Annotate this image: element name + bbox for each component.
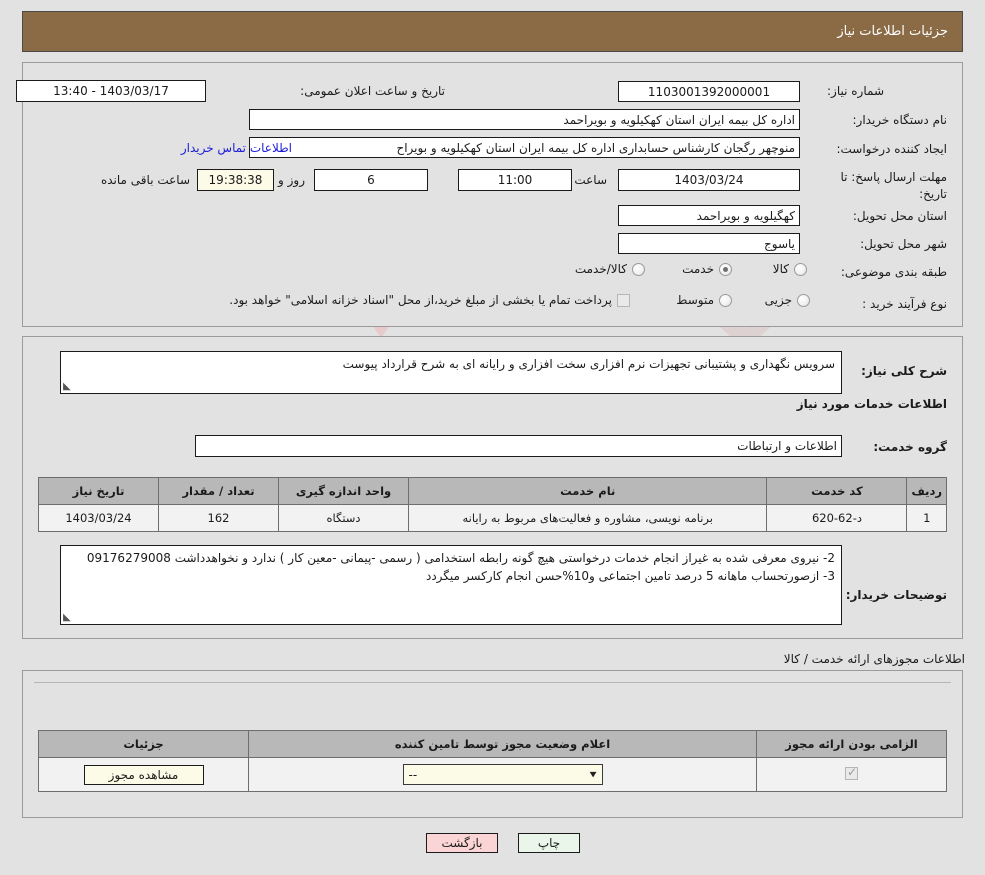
treasury-checkbox-icon[interactable] xyxy=(617,293,630,307)
services-table: ردیف کد خدمت نام خدمت واحد اندازه گیری ت… xyxy=(38,477,947,532)
th-name: نام خدمت xyxy=(407,477,768,505)
checkbox-treasury-bonds[interactable]: پرداخت تمام یا بخشی از مبلغ خرید،از محل … xyxy=(229,293,630,307)
table-row: 1 د-62-620 برنامه نویسی، مشاوره و فعالیت… xyxy=(38,504,947,532)
chevron-down-icon: ▼ xyxy=(589,770,597,779)
td-permit-status: ▼ -- xyxy=(248,757,757,792)
permit-required-checkbox-icon xyxy=(845,765,858,780)
th-unit: واحد اندازه گیری xyxy=(278,477,409,505)
label-days-and: روز و xyxy=(278,173,305,187)
td-date: 1403/03/24 xyxy=(38,504,159,532)
radio-process-medium[interactable]: متوسط xyxy=(676,293,732,307)
label-province: استان محل تحویل: xyxy=(852,209,947,223)
permits-section-title: اطلاعات مجوزهای ارائه خدمت / کالا xyxy=(783,652,965,666)
notes-resize-grip-icon[interactable]: ◢ xyxy=(63,612,73,623)
announce-datetime-field[interactable]: 13:40 - 1403/03/17 xyxy=(16,80,206,102)
buyer-notes-line-1: 2- نیروی معرفی شده به غیراز انجام خدمات … xyxy=(86,551,835,565)
resize-grip-icon[interactable]: ◢ xyxy=(63,381,73,392)
label-requester: ایجاد کننده درخواست: xyxy=(836,142,947,156)
th-permit-required: الزامی بودن ارائه مجوز xyxy=(756,730,947,758)
radio-category-goods[interactable]: کالا xyxy=(773,262,807,276)
radio-category-service-label: خدمت xyxy=(682,262,714,276)
radio-service-icon[interactable] xyxy=(719,262,732,276)
deadline-time-field[interactable]: 11:00 xyxy=(458,169,572,191)
radio-process-minor-label: جزیی xyxy=(764,293,792,307)
requester-field[interactable]: منوچهر رگجان کارشناس حسابداری اداره کل ب… xyxy=(249,137,800,158)
label-remaining: ساعت باقی مانده xyxy=(100,173,190,187)
label-buyer-notes: توضیحات خریدار: xyxy=(845,588,947,602)
td-permit-detail: مشاهده مجوز xyxy=(38,757,249,792)
radio-medium-icon[interactable] xyxy=(719,293,732,307)
th-code: کد خدمت xyxy=(766,477,908,505)
page-title-text: جزئیات اطلاعات نیاز xyxy=(837,24,948,39)
province-field[interactable]: کهگیلویه و بویراحمد xyxy=(618,205,800,226)
service-group-field[interactable]: اطلاعات و ارتباطات xyxy=(195,435,842,457)
description-text: سرویس نگهداری و پشتیبانی تجهیزات نرم افز… xyxy=(342,357,835,371)
th-date: تاریخ نیاز xyxy=(38,477,159,505)
label-city: شهر محل تحویل: xyxy=(860,237,947,251)
radio-category-goods-service[interactable]: کالا/خدمت xyxy=(575,262,645,276)
td-unit: دستگاه xyxy=(278,504,409,532)
radio-process-minor[interactable]: جزیی xyxy=(765,293,810,307)
permits-table: الزامی بودن ارائه مجوز اعلام وضعیت مجوز … xyxy=(38,730,947,792)
label-category: طبقه بندی موضوعی: xyxy=(840,265,947,279)
label-deadline-2: تاریخ: xyxy=(919,187,947,201)
checkbox-treasury-label: پرداخت تمام یا بخشی از مبلغ خرید،از محل … xyxy=(229,293,612,307)
description-textarea[interactable]: سرویس نگهداری و پشتیبانی تجهیزات نرم افز… xyxy=(60,351,842,394)
label-description: شرح کلی نیاز: xyxy=(861,364,947,378)
buyer-notes-line-2: 3- ازصورتحساب ماهانه 5 درصد تامین اجتماع… xyxy=(425,569,835,583)
label-deadline-1: مهلت ارسال پاسخ: تا xyxy=(840,170,947,184)
radio-category-goods-label: کالا xyxy=(772,262,789,276)
view-permit-button[interactable]: مشاهده مجوز xyxy=(83,764,204,785)
services-section-title: اطلاعات خدمات مورد نیاز xyxy=(796,397,947,411)
label-buyer-org: نام دستگاه خریدار: xyxy=(852,113,948,127)
table-row: ▼ -- مشاهده مجوز xyxy=(38,757,947,792)
buyer-org-field[interactable]: اداره کل بیمه ایران استان کهکیلویه و بوی… xyxy=(249,109,800,130)
radio-goods-service-icon[interactable] xyxy=(632,262,645,276)
td-name: برنامه نویسی، مشاوره و فعالیت‌های مربوط … xyxy=(407,504,768,532)
page-title: جزئیات اطلاعات نیاز xyxy=(22,11,963,52)
label-hour: ساعت xyxy=(574,173,607,187)
th-qty: تعداد / مقدار xyxy=(158,477,279,505)
radio-minor-icon[interactable] xyxy=(797,293,810,307)
deadline-date-field[interactable]: 1403/03/24 xyxy=(618,169,800,191)
radio-category-goods-service-label: کالا/خدمت xyxy=(574,262,627,276)
th-permit-status: اعلام وضعیت مجوز توسط تامین کننده xyxy=(248,730,757,758)
services-table-header-row: ردیف کد خدمت نام خدمت واحد اندازه گیری ت… xyxy=(38,477,947,505)
buyer-contact-link[interactable]: اطلاعات تماس خریدار xyxy=(181,141,292,155)
td-qty: 162 xyxy=(158,504,279,532)
city-field[interactable]: یاسوج xyxy=(618,233,800,254)
label-process-type: نوع فرآیند خرید : xyxy=(862,297,947,311)
radio-process-medium-label: متوسط xyxy=(676,293,714,307)
label-announce-datetime: تاریخ و ساعت اعلان عمومی: xyxy=(300,84,445,98)
label-service-group: گروه خدمت: xyxy=(873,440,947,454)
permits-panel-divider xyxy=(34,682,951,683)
radio-goods-icon[interactable] xyxy=(794,262,807,276)
print-button[interactable]: چاپ xyxy=(518,833,580,853)
back-button[interactable]: بازگشت xyxy=(426,833,498,853)
remaining-clock-field: 19:38:38 xyxy=(197,169,274,191)
page-root: AriaTender.net جزئیات اطلاعات نیاز شماره… xyxy=(0,0,985,875)
th-row-no: ردیف xyxy=(906,477,947,505)
remaining-days-field[interactable]: 6 xyxy=(314,169,428,191)
td-code: د-62-620 xyxy=(766,504,908,532)
label-need-number: شماره نیاز: xyxy=(827,84,884,98)
td-row-no: 1 xyxy=(906,504,947,532)
permit-status-value: -- xyxy=(408,767,418,782)
need-number-field[interactable]: 1103001392000001 xyxy=(618,81,800,102)
td-permit-required xyxy=(756,757,947,792)
radio-category-service[interactable]: خدمت xyxy=(682,262,732,276)
permit-status-select[interactable]: ▼ -- xyxy=(402,764,603,785)
buyer-notes-textarea[interactable]: 2- نیروی معرفی شده به غیراز انجام خدمات … xyxy=(60,545,842,625)
permits-table-header-row: الزامی بودن ارائه مجوز اعلام وضعیت مجوز … xyxy=(38,730,947,758)
th-permit-detail: جزئیات xyxy=(38,730,249,758)
